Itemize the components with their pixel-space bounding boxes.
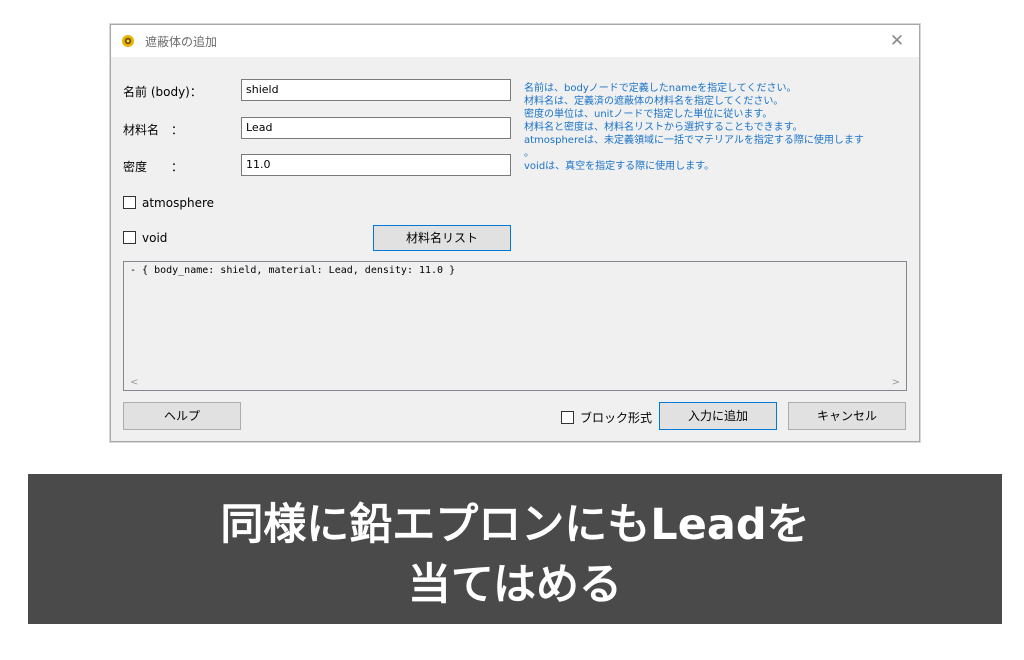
cancel-button[interactable]: キャンセル <box>788 402 906 430</box>
yaml-preview-area[interactable]: - { body_name: shield, material: Lead, d… <box>123 261 907 391</box>
caption-banner: 同様に鉛エプロンにもLeadを 当てはめる <box>28 474 1002 624</box>
material-input[interactable]: Lead <box>241 117 511 139</box>
title-bar[interactable]: 遮蔽体の追加 ✕ <box>111 25 919 57</box>
app-gear-icon <box>122 35 134 47</box>
scroll-left-arrow-icon[interactable]: < <box>130 377 138 388</box>
help-line: atmosphereは、未定義領域に一括でマテリアルを指定する際に使用します <box>524 135 864 146</box>
help-text: 名前は、bodyノードで定義したnameを指定してください。 材料名は、定義済の… <box>524 82 916 173</box>
close-button[interactable]: ✕ <box>883 29 911 53</box>
caption-line-1: 同様に鉛エプロンにもLeadを <box>220 500 810 550</box>
block-format-checkbox[interactable]: ブロック形式 <box>561 409 652 426</box>
close-icon: ✕ <box>889 31 905 51</box>
caption-line-2: 当てはめる <box>407 560 623 610</box>
block-format-checkbox-box[interactable] <box>561 411 574 424</box>
help-line: 材料名は、定義済の遮蔽体の材料名を指定してください。 <box>524 96 784 107</box>
scroll-right-arrow-icon[interactable]: > <box>892 377 900 388</box>
add-to-input-button[interactable]: 入力に追加 <box>659 402 777 430</box>
void-checkbox-box[interactable] <box>123 231 136 244</box>
help-line: 名前は、bodyノードで定義したnameを指定してください。 <box>524 83 797 94</box>
density-input[interactable]: 11.0 <box>241 154 511 176</box>
density-label: 密度 ： <box>123 160 184 174</box>
void-label: void <box>142 231 168 245</box>
help-line: 密度の単位は、unitノードで指定した単位に従います。 <box>524 109 773 120</box>
yaml-preview-line: - { body_name: shield, material: Lead, d… <box>130 265 456 276</box>
name-label: 名前 (body)： <box>123 85 202 99</box>
add-shield-dialog: 遮蔽体の追加 ✕ 名前 (body)： shield 材料名 ： Lead 密度… <box>110 24 920 442</box>
help-line: voidは、真空を指定する際に使用します。 <box>524 161 715 172</box>
name-input[interactable]: shield <box>241 79 511 101</box>
material-label: 材料名 ： <box>123 123 184 137</box>
atmosphere-checkbox[interactable]: atmosphere <box>123 196 214 210</box>
material-list-button[interactable]: 材料名リスト <box>373 225 511 251</box>
help-line: 。 <box>524 148 534 159</box>
block-format-label: ブロック形式 <box>580 411 653 425</box>
window-title: 遮蔽体の追加 <box>145 35 218 49</box>
void-checkbox[interactable]: void <box>123 231 167 245</box>
help-line: 材料名と密度は、材料名リストから選択することもできます。 <box>524 122 803 133</box>
help-button[interactable]: ヘルプ <box>123 402 241 430</box>
atmosphere-checkbox-box[interactable] <box>123 196 136 209</box>
atmosphere-label: atmosphere <box>142 196 214 210</box>
